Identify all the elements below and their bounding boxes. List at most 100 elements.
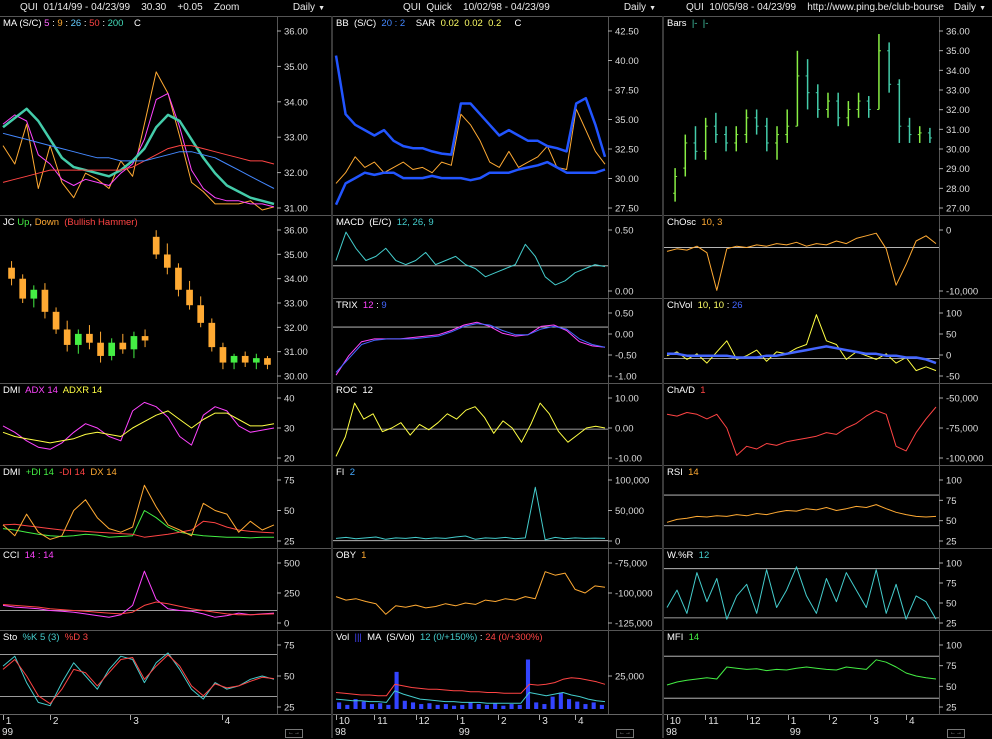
plot-area (335, 486, 606, 541)
panel-label: BB (S/C) 20 : 2 SAR 0.02 0.02 0.2 C (336, 18, 521, 29)
series-line (335, 571, 606, 615)
panel-label: OBY 1 (336, 550, 366, 561)
label-segment: ||| (354, 632, 362, 643)
x-tick (906, 715, 907, 720)
candle-body (219, 347, 227, 363)
candle-body (252, 358, 260, 363)
panel-chart: 10.00 0.00 -10.00 (333, 384, 642, 466)
label-segment: ADXR 14 (62, 385, 103, 396)
period-value[interactable]: Daily (954, 2, 976, 13)
y-tick-label: 27.50 (615, 204, 639, 215)
x-year-label: 99 (458, 727, 470, 738)
x-tick (575, 715, 576, 720)
x-year-label: 98 (666, 727, 678, 738)
y-tick-label: 0.00 (615, 424, 634, 435)
candle-body (74, 333, 82, 345)
y-tick-label: 27.00 (946, 204, 970, 215)
plot-area (666, 406, 937, 456)
candle-body (175, 267, 182, 290)
y-tick-label: -10,000 (946, 287, 978, 298)
panel-label: W.%R 12 (667, 550, 709, 561)
y-tick-label: 0.50 (615, 226, 634, 237)
candle-body (208, 322, 216, 348)
panel-chart: 500 250 0 (0, 549, 300, 631)
label-segment: ChOsc (667, 217, 702, 228)
label-segment: 12, 26, 9 (396, 217, 434, 228)
header-range: 10/05/98 - 04/23/99 (709, 2, 797, 13)
y-tick-label: 0 (615, 537, 620, 548)
panel-label: JC Up, Down (Bullish Hammer) (3, 217, 138, 228)
panel-chart: 0.50 0.00 (333, 216, 634, 299)
y-tick-label: 32.50 (615, 145, 639, 156)
scroll-handle[interactable]: ←→ (616, 729, 634, 738)
y-tick-label: 37.50 (615, 86, 639, 97)
x-tick-label: 12 (418, 716, 430, 727)
chart-column-3: QUI 10/05/98 - 04/23/99 http://www.ping.… (664, 0, 992, 738)
series-line (334, 55, 607, 158)
panel-chvol: ChVol 10, 10 : 26 100 50 0 -50 (664, 298, 992, 384)
panel-chad: ChA/D 1 -50,000 -75,000 -100,000 (664, 383, 992, 466)
label-segment: 14 (688, 467, 699, 478)
y-tick-label: 50 (946, 516, 957, 527)
y-tick-label: 0 (946, 351, 951, 362)
x-tick (335, 715, 337, 720)
x-year-label: 98 (335, 727, 347, 738)
panel-label: CCI 14 : 14 (3, 550, 54, 561)
x-tick-label: 3 (542, 716, 548, 727)
y-tick-label: 50 (946, 599, 957, 610)
series-line (335, 323, 606, 373)
candle-body (97, 342, 104, 356)
period-dropdown[interactable]: Daily ▼ (624, 0, 656, 17)
panel-bb: BB (S/C) 20 : 2 SAR 0.02 0.02 0.2 C 42.50… (333, 16, 662, 216)
panel-label: Bars |- |- (667, 18, 708, 29)
panel-label: DMI +DI 14 -DI 14 DX 14 (3, 467, 117, 478)
y-tick-label: 36.00 (284, 226, 308, 237)
period-value[interactable]: Daily (624, 2, 646, 13)
y-tick-label: 100 (946, 559, 962, 570)
candle-body (264, 358, 271, 365)
candle-body (163, 254, 171, 268)
panel-label: FI 2 (336, 467, 355, 478)
label-segment: 200 (107, 18, 124, 29)
chevron-down-icon[interactable]: ▼ (318, 5, 325, 12)
panel-chart: 40 30 20 (2, 384, 295, 466)
y-tick-label: 75 (284, 476, 295, 487)
candle-body (52, 311, 60, 330)
series-line (666, 406, 937, 456)
series-line (2, 652, 275, 707)
x-tick (498, 715, 499, 720)
label-segment: Up (17, 217, 30, 228)
period-dropdown[interactable]: Daily ▼ (954, 0, 986, 17)
chevron-down-icon[interactable]: ▼ (979, 5, 986, 12)
chevron-down-icon[interactable]: ▼ (649, 5, 656, 12)
panel-chart: 36.00 35.00 34.00 33.00 32.00 31.00 30.00 29.00… (673, 17, 970, 216)
header-symbol: QUI (403, 2, 421, 13)
label-segment: : (62, 18, 71, 29)
x-tick-label: 11 (377, 716, 388, 727)
scroll-handle[interactable]: ←→ (947, 729, 965, 738)
panel-chart: -75,000 -100,000 -125,000 (335, 549, 653, 631)
panel-rsi: RSI 14 100 75 50 25 (664, 465, 992, 549)
series-line (2, 410, 275, 444)
candle-body (19, 278, 27, 299)
series-line (335, 321, 606, 376)
scroll-handle[interactable]: ←→ (285, 729, 303, 738)
period-dropdown[interactable]: Daily ▼ (293, 0, 325, 17)
y-tick-label: 500 (284, 559, 300, 570)
label-segment: 20 : 2 (381, 18, 406, 29)
x-tick-label: 1 (5, 716, 12, 727)
series-line (335, 690, 606, 704)
zoom-button[interactable]: Zoom (214, 2, 240, 13)
label-segment: 24 (0/+300%) (485, 632, 543, 643)
label-segment: 0.02 0.2 (459, 18, 502, 29)
period-value[interactable]: Daily (293, 2, 315, 13)
y-tick-label: 33.00 (946, 86, 970, 97)
header-title: QUI Quick 10/02/98 - 04/23/99 (403, 0, 561, 16)
label-segment: DX 14 (90, 467, 117, 478)
plot-area (334, 55, 607, 206)
y-tick-label: 75 (946, 579, 957, 590)
x-tick-label: 12 (749, 716, 761, 727)
y-tick-label: 35.00 (615, 115, 639, 126)
column-header: QUI Quick 10/02/98 - 04/23/99 Daily ▼ (333, 0, 662, 16)
panel-chosc: ChOsc 10, 3 0 -10,000 (664, 215, 992, 299)
